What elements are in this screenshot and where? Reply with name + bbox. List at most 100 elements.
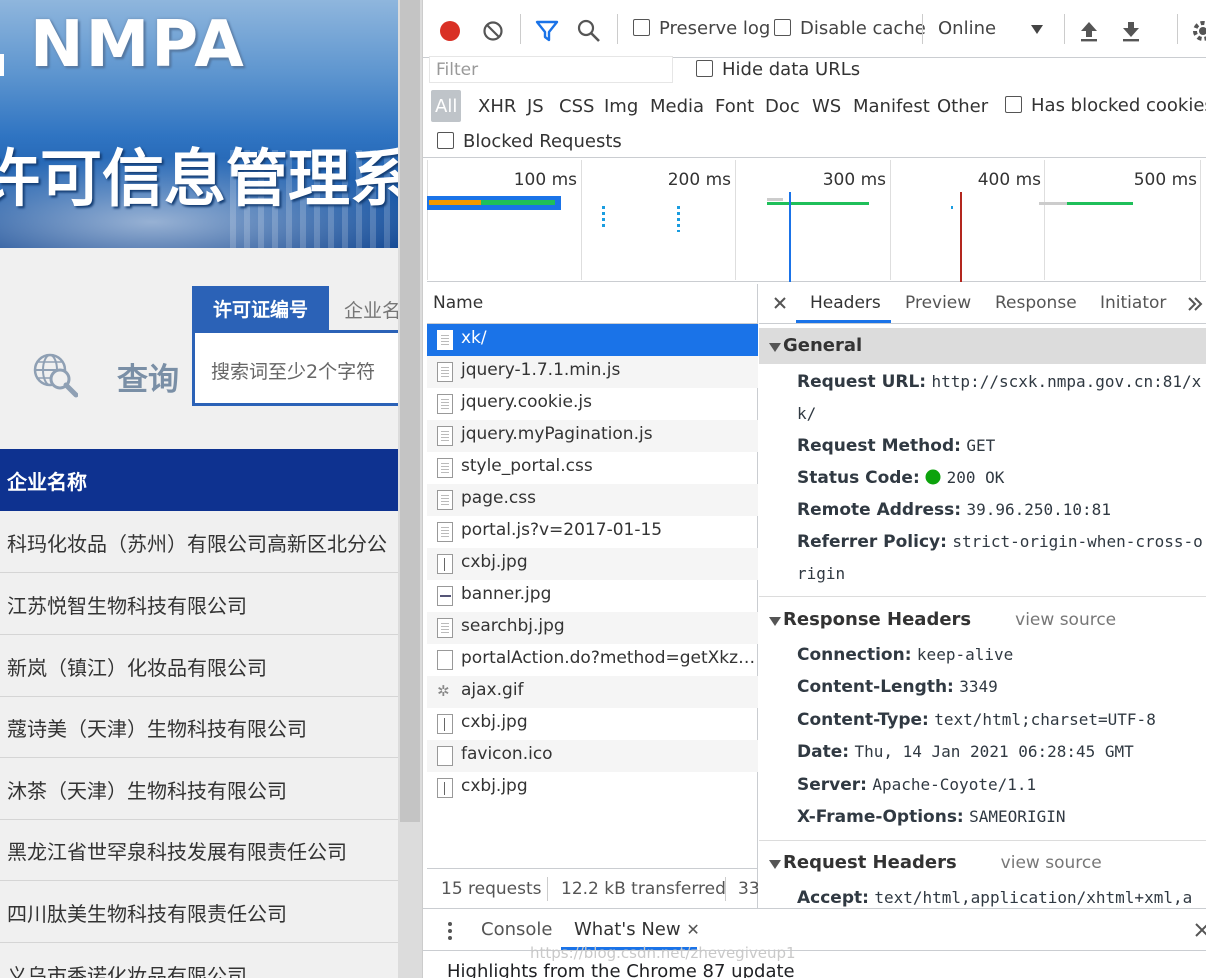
- hide-data-urls-checkbox[interactable]: Hide data URLs: [696, 59, 860, 80]
- search-box[interactable]: 搜索词至少2个字符: [192, 330, 398, 406]
- close-tab-icon[interactable]: ✕: [686, 920, 699, 939]
- request-name: jquery.cookie.js: [461, 392, 592, 412]
- request-row[interactable]: jquery.myPagination.js: [427, 420, 758, 452]
- tab-initiator[interactable]: Initiator: [1100, 293, 1166, 313]
- search-input[interactable]: 搜索词至少2个字符: [195, 333, 398, 403]
- type-filter-other[interactable]: Other: [937, 96, 988, 117]
- type-filter-img[interactable]: Img: [604, 96, 638, 117]
- type-filter-font[interactable]: Font: [715, 96, 754, 117]
- type-filter-xhr[interactable]: XHR: [478, 96, 516, 117]
- request-name: favicon.ico: [461, 744, 553, 764]
- request-row[interactable]: favicon.ico: [427, 740, 758, 772]
- request-row[interactable]: jquery.cookie.js: [427, 388, 758, 420]
- company-row[interactable]: 四川肽美生物科技有限责任公司: [0, 881, 398, 943]
- request-name: portalAction.do?method=getXkzsList: [461, 648, 758, 668]
- company-row[interactable]: 蔻诗美（天津）生物科技有限公司: [0, 696, 398, 758]
- company-row[interactable]: 沐茶（天津）生物科技有限公司: [0, 758, 398, 820]
- request-name: cxbj.jpg: [461, 776, 528, 796]
- request-row[interactable]: banner.jpg: [427, 580, 758, 612]
- status-ok-icon: [925, 469, 941, 485]
- company-row[interactable]: 义乌市香诺化妆品有限公司: [0, 943, 398, 978]
- request-name: portal.js?v=2017-01-15: [461, 520, 663, 540]
- network-overview-timeline[interactable]: 100 ms 200 ms 300 ms 400 ms 500 ms: [427, 160, 1206, 282]
- type-filter-doc[interactable]: Doc: [765, 96, 800, 117]
- section-title: Request Headers: [783, 852, 957, 873]
- blocked-requests-checkbox[interactable]: Blocked Requests: [437, 131, 622, 152]
- type-filter-ws[interactable]: WS: [812, 96, 841, 117]
- file-icon: [437, 746, 453, 766]
- section-general[interactable]: General: [759, 328, 1206, 364]
- has-blocked-cookies-checkbox[interactable]: Has blocked cookies: [1005, 95, 1206, 116]
- tab-company-name[interactable]: 企业名: [344, 296, 398, 323]
- request-row[interactable]: page.css: [427, 484, 758, 516]
- company-row[interactable]: 科玛化妆品（苏州）有限公司高新区北分公: [0, 511, 398, 573]
- timeline-label: 200 ms: [667, 170, 731, 190]
- type-filter-all[interactable]: All: [431, 90, 461, 122]
- request-name: banner.jpg: [461, 584, 552, 604]
- drawer-menu-icon[interactable]: [447, 921, 453, 941]
- request-row[interactable]: cxbj.jpg: [427, 708, 758, 740]
- company-row[interactable]: 新岚（镇江）化妆品有限公司: [0, 635, 398, 697]
- tab-console[interactable]: Console: [481, 919, 552, 940]
- globe-search-icon[interactable]: [32, 352, 78, 398]
- image-file-icon: [437, 714, 453, 734]
- view-source-link[interactable]: view source: [1001, 853, 1102, 873]
- section-request-headers[interactable]: Request Headers view source: [759, 845, 1206, 881]
- request-row[interactable]: portal.js?v=2017-01-15: [427, 516, 758, 548]
- site-banner: NMPA 许可信息管理系: [0, 0, 398, 248]
- response-header-row: X-Frame-Options: SAMEORIGIN: [797, 801, 1206, 833]
- close-drawer-icon[interactable]: [1195, 923, 1206, 937]
- checkbox-box[interactable]: [437, 132, 454, 149]
- tab-headers[interactable]: Headers: [810, 293, 881, 313]
- image-file-icon: [437, 778, 453, 798]
- request-row[interactable]: cxbj.jpg: [427, 548, 758, 580]
- section-response-headers[interactable]: Response Headers view source: [759, 602, 1206, 638]
- company-row[interactable]: 黑龙江省世罕泉科技发展有限责任公司: [0, 819, 398, 881]
- transferred-size: 12.2 kB transferred: [561, 879, 726, 899]
- type-filter-manifest[interactable]: Manifest: [853, 96, 930, 117]
- website-page: NMPA 许可信息管理系 许可证编号 企业名 搜索词至少2个字符 查询 企业名称…: [0, 0, 398, 978]
- file-icon: [437, 330, 453, 350]
- type-filter-css[interactable]: CSS: [559, 96, 594, 117]
- scrollbar-thumb[interactable]: [400, 0, 420, 822]
- request-row[interactable]: searchbj.jpg: [427, 612, 758, 644]
- file-icon: [437, 394, 453, 414]
- name-column-header[interactable]: Name: [427, 284, 758, 324]
- header-key: X-Frame-Options:: [797, 807, 964, 827]
- tab-license-number[interactable]: 许可证编号: [192, 286, 329, 330]
- header-value: text/html;charset=UTF-8: [934, 709, 1156, 729]
- close-icon[interactable]: [773, 296, 787, 310]
- checkbox-box[interactable]: [1005, 96, 1022, 113]
- resources-size: 33: [738, 879, 758, 899]
- tab-whats-new[interactable]: What's New ✕: [574, 919, 700, 940]
- header-key: Date:: [797, 742, 850, 763]
- response-header-row: Date: Thu, 14 Jan 2021 06:28:45 GMT: [797, 736, 1206, 768]
- filter-input[interactable]: Filter: [429, 56, 673, 83]
- request-method-row: Request Method: GET: [797, 430, 1206, 462]
- tab-preview[interactable]: Preview: [905, 293, 971, 313]
- type-filter-media[interactable]: Media: [650, 96, 704, 117]
- file-icon: [437, 458, 453, 478]
- timeline-label: 300 ms: [822, 170, 886, 190]
- request-name: page.css: [461, 488, 536, 508]
- response-header-row: Connection: keep-alive: [797, 639, 1206, 671]
- has-blocked-cookies-label: Has blocked cookies: [1031, 95, 1206, 116]
- request-row[interactable]: xk/: [427, 324, 758, 356]
- request-row[interactable]: ✲ ajax.gif: [427, 676, 758, 708]
- type-filter-js[interactable]: JS: [527, 96, 544, 117]
- tab-response[interactable]: Response: [995, 293, 1077, 313]
- more-tabs-icon[interactable]: [1187, 296, 1203, 312]
- view-source-link[interactable]: view source: [1015, 610, 1116, 630]
- request-row[interactable]: portalAction.do?method=getXkzsList: [427, 644, 758, 676]
- request-detail-panel: Headers Preview Response Initiator Gener…: [759, 284, 1206, 909]
- request-row[interactable]: jquery-1.7.1.min.js: [427, 356, 758, 388]
- request-row[interactable]: style_portal.css: [427, 452, 758, 484]
- request-url-row: Request URL: http://scxk.nmpa.gov.cn:81/…: [797, 366, 1206, 430]
- company-row[interactable]: 江苏悦智生物科技有限公司: [0, 573, 398, 635]
- query-button[interactable]: 查询: [117, 354, 179, 399]
- page-scrollbar[interactable]: [398, 0, 422, 978]
- header-key: Request URL:: [797, 372, 927, 392]
- checkbox-box[interactable]: [696, 60, 713, 77]
- request-row[interactable]: cxbj.jpg: [427, 772, 758, 804]
- image-file-icon: [437, 586, 453, 606]
